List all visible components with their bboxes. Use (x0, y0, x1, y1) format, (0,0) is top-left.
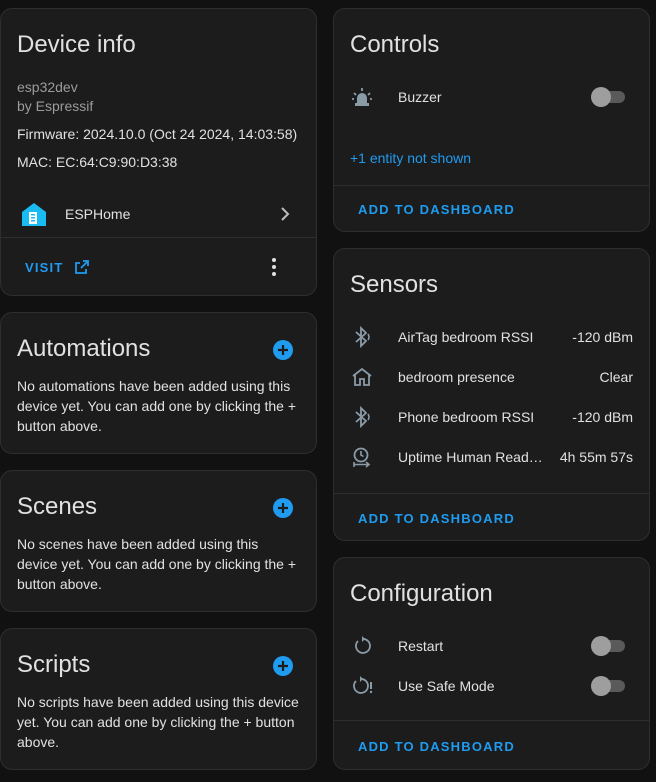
add-script-button[interactable] (272, 655, 294, 677)
alarm-light-icon (350, 85, 374, 109)
scripts-title: Scripts (17, 651, 91, 678)
sensors-card: Sensors AirTag bedroom RSSI -120 dBm bed… (333, 248, 650, 541)
controls-title: Controls (350, 31, 440, 58)
automations-description: No automations have been added using thi… (17, 378, 297, 434)
chevron-right-icon (278, 205, 292, 228)
entity-row-restart[interactable]: Restart (350, 626, 633, 666)
add-automation-button[interactable] (272, 339, 294, 361)
integration-label: ESPHome (65, 206, 131, 222)
visit-button[interactable]: VISIT (25, 259, 90, 275)
visit-label: VISIT (25, 259, 64, 275)
bluetooth-audio-icon (350, 325, 374, 349)
entity-name: Buzzer (398, 89, 442, 105)
restart-alert-icon (350, 674, 374, 698)
sensors-title: Sensors (350, 271, 439, 298)
esphome-icon (20, 201, 48, 229)
scenes-description: No scenes have been added using this dev… (17, 536, 297, 592)
scenes-card: Scenes No scenes have been added using t… (0, 470, 317, 612)
divider (1, 237, 316, 238)
automations-card: Automations No automations have been add… (0, 312, 317, 454)
divider (334, 720, 649, 721)
entity-row-buzzer[interactable]: Buzzer (350, 77, 633, 117)
entity-value: 4h 55m 57s (559, 449, 633, 465)
entity-row-bedroom-presence[interactable]: bedroom presence Clear (350, 357, 633, 397)
scenes-title: Scenes (17, 493, 98, 520)
controls-card: Controls Buzzer +1 entity not shown ADD … (333, 8, 650, 232)
entity-name: Restart (398, 638, 444, 654)
restart-icon (350, 634, 374, 658)
buzzer-toggle[interactable] (591, 87, 627, 107)
entity-name: bedroom presence (398, 369, 515, 385)
firmware-text: Firmware: 2024.10.0 (Oct 24 2024, 14:03:… (17, 126, 298, 142)
scripts-description: No scripts have been added using this de… (17, 694, 299, 750)
add-to-dashboard-button[interactable]: ADD TO DASHBOARD (358, 739, 515, 754)
entity-value: Clear (599, 369, 633, 385)
add-scene-button[interactable] (272, 497, 294, 519)
configuration-card: Configuration Restart Use Safe Mode ADD … (333, 557, 650, 770)
entity-row-safe-mode[interactable]: Use Safe Mode (350, 666, 633, 706)
entity-value: -120 dBm (572, 329, 633, 345)
mac-text: MAC: EC:64:C9:90:D3:38 (17, 154, 178, 170)
more-vert-icon[interactable] (264, 257, 284, 277)
entity-name: Phone bedroom RSSI (398, 409, 535, 425)
entity-row-airtag-rssi[interactable]: AirTag bedroom RSSI -120 dBm (350, 317, 633, 357)
entity-name: AirTag bedroom RSSI (398, 329, 534, 345)
entity-value: -120 dBm (572, 409, 633, 425)
entity-name: Uptime Human Readable (398, 449, 548, 465)
device-info-card: Device info esp32dev by Espressif Firmwa… (0, 8, 317, 296)
automations-title: Automations (17, 335, 151, 362)
safe-mode-toggle[interactable] (591, 676, 627, 696)
open-in-new-icon (74, 259, 90, 275)
toggle-knob (591, 87, 611, 107)
divider (334, 493, 649, 494)
hidden-entities-link[interactable]: +1 entity not shown (350, 150, 471, 166)
configuration-title: Configuration (350, 580, 493, 607)
toggle-knob (591, 676, 611, 696)
add-to-dashboard-button[interactable]: ADD TO DASHBOARD (358, 511, 515, 526)
integration-row[interactable]: ESPHome (1, 195, 316, 235)
entity-row-phone-rssi[interactable]: Phone bedroom RSSI -120 dBm (350, 397, 633, 437)
entity-row-uptime[interactable]: Uptime Human Readable 4h 55m 57s (350, 437, 633, 477)
divider (334, 185, 649, 186)
entity-name: Use Safe Mode (398, 678, 495, 694)
device-manufacturer: by Espressif (17, 98, 94, 114)
bluetooth-audio-icon (350, 405, 374, 429)
scripts-card: Scripts No scripts have been added using… (0, 628, 317, 770)
toggle-knob (591, 636, 611, 656)
add-to-dashboard-button[interactable]: ADD TO DASHBOARD (358, 202, 515, 217)
home-outline-icon (350, 365, 374, 389)
device-model: esp32dev (17, 79, 78, 95)
device-info-title: Device info (17, 31, 136, 58)
timer-outline-icon (350, 445, 374, 469)
restart-toggle[interactable] (591, 636, 627, 656)
